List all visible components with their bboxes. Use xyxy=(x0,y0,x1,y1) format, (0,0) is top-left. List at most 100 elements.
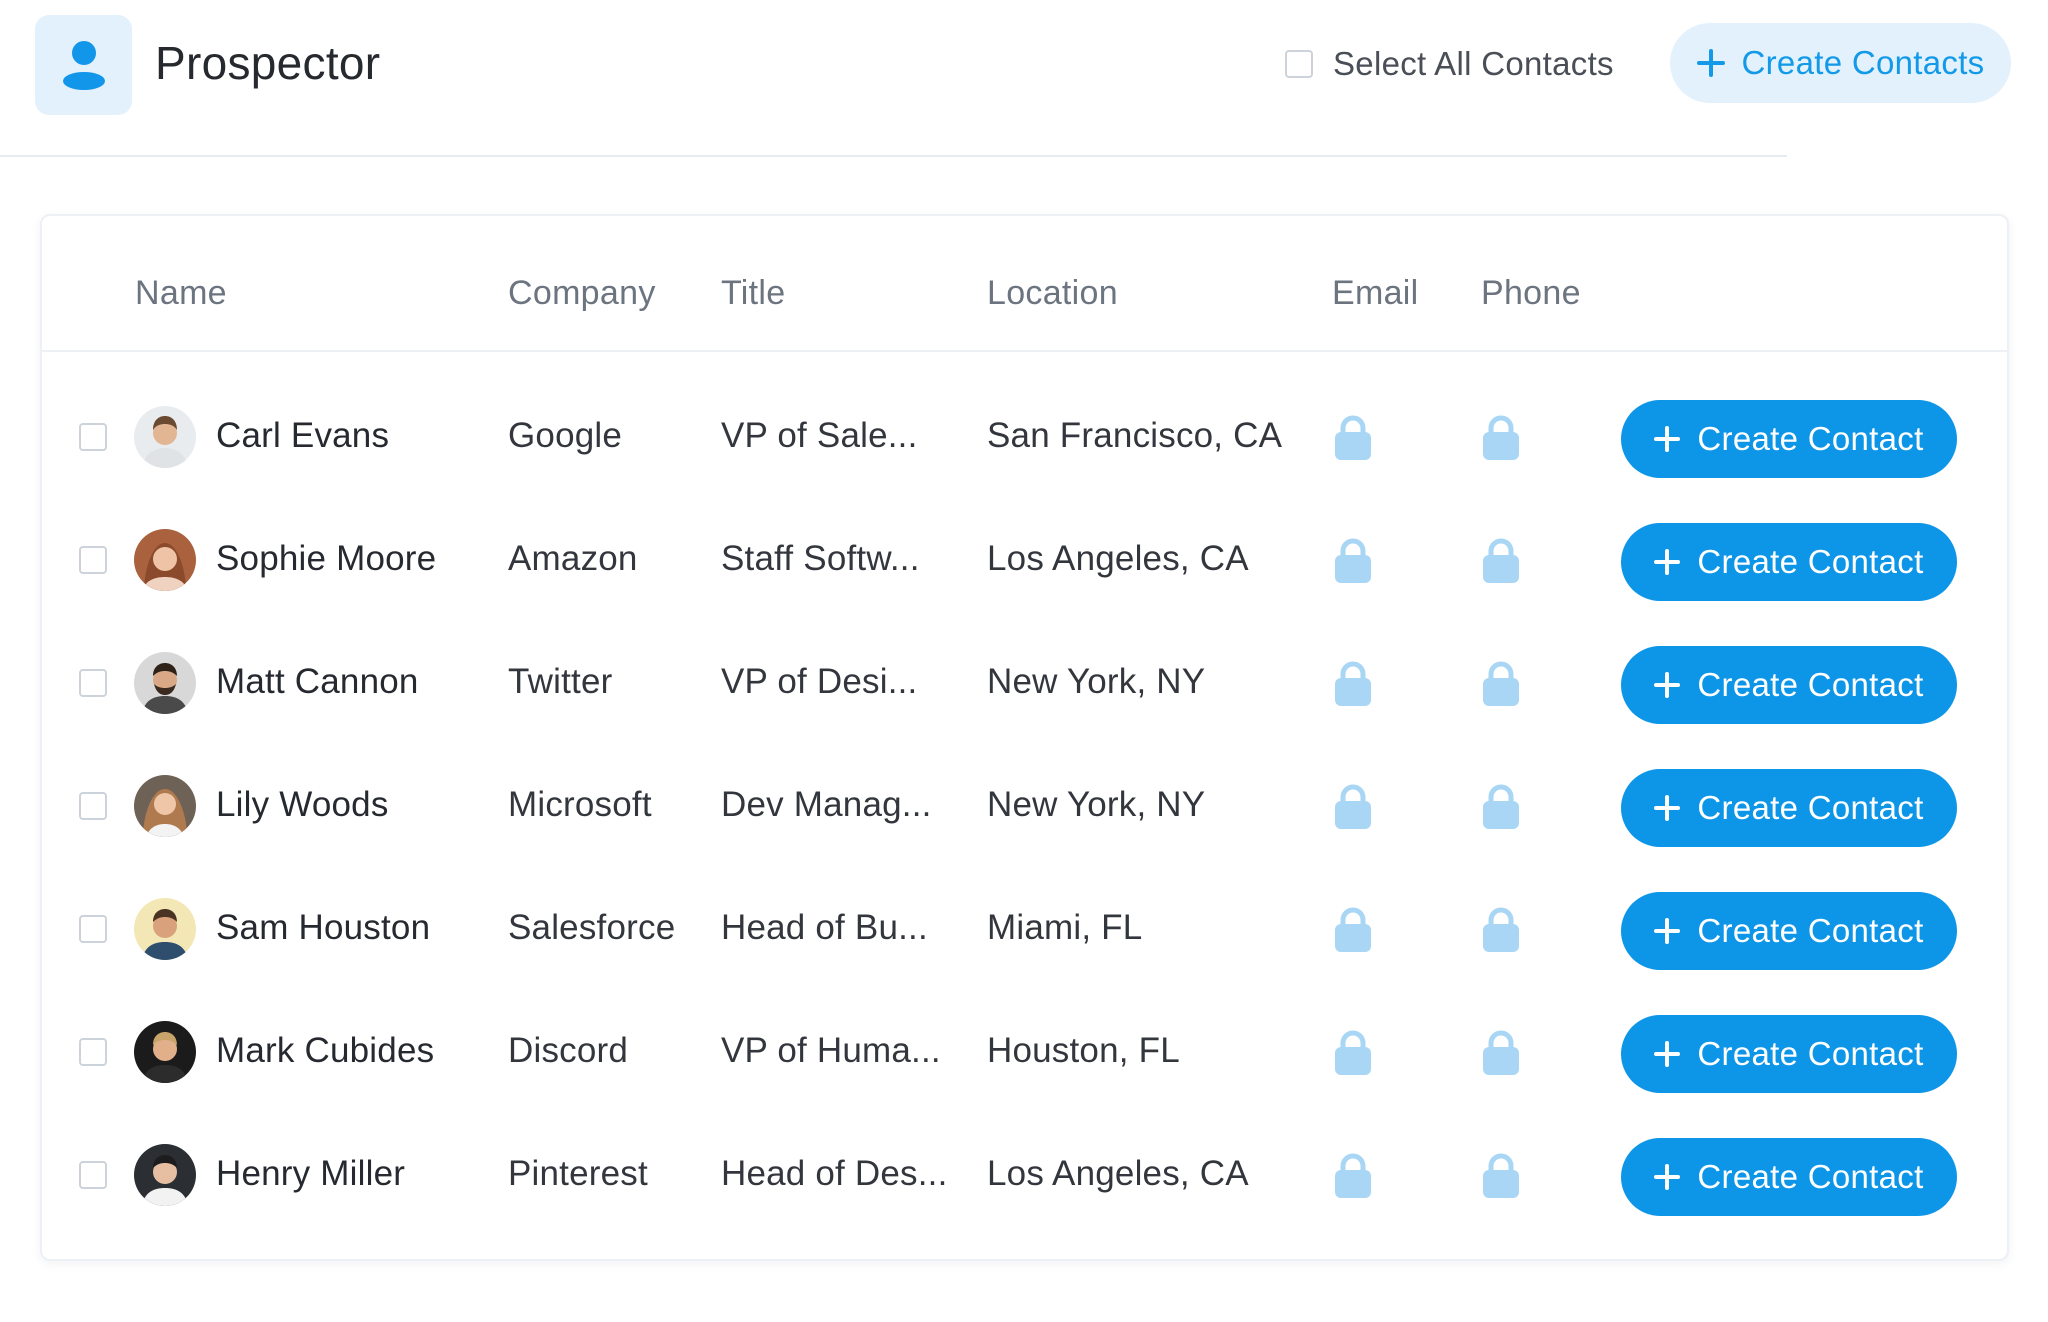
user-icon xyxy=(63,41,105,90)
lock-icon[interactable] xyxy=(1333,1152,1373,1200)
lock-icon[interactable] xyxy=(1481,783,1521,831)
lock-icon[interactable] xyxy=(1481,414,1521,462)
contact-location: New York, NY xyxy=(987,785,1206,824)
column-header-title[interactable]: Title xyxy=(721,274,785,313)
contact-title: Head of Bu... xyxy=(721,908,928,947)
contact-company: Google xyxy=(508,416,623,455)
column-header-location[interactable]: Location xyxy=(987,274,1118,313)
avatar xyxy=(134,1021,196,1083)
plus-icon xyxy=(1696,49,1725,77)
contact-location: Miami, FL xyxy=(987,908,1143,947)
table-row: Mark Cubides Discord VP of Huma... Houst… xyxy=(42,991,2007,1114)
contact-location: San Francisco, CA xyxy=(987,416,1283,455)
contact-company: Amazon xyxy=(508,539,638,578)
contact-title: VP of Huma... xyxy=(721,1031,941,1070)
create-contacts-button[interactable]: Create Contacts xyxy=(1670,23,2011,103)
contact-company: Salesforce xyxy=(508,908,676,947)
row-checkbox[interactable] xyxy=(79,1161,107,1189)
create-contact-button[interactable]: Create Contact xyxy=(1621,523,1957,601)
app-header: Prospector Select All Contacts Create Co… xyxy=(0,0,2048,157)
table-header: Name Company Title Location Email Phone xyxy=(42,216,2007,352)
avatar xyxy=(134,1144,196,1206)
create-contact-button[interactable]: Create Contact xyxy=(1621,646,1957,724)
plus-icon xyxy=(1654,549,1681,575)
lock-icon[interactable] xyxy=(1333,537,1373,585)
column-header-phone[interactable]: Phone xyxy=(1481,274,1581,313)
contact-title: VP of Desi... xyxy=(721,662,918,701)
create-contact-button[interactable]: Create Contact xyxy=(1621,769,1957,847)
app-title: Prospector xyxy=(155,37,381,89)
header-divider xyxy=(0,155,1787,157)
lock-icon[interactable] xyxy=(1333,414,1373,462)
contact-name: Lily Woods xyxy=(216,785,389,824)
create-contact-label: Create Contact xyxy=(1697,543,1924,580)
contact-company: Discord xyxy=(508,1031,629,1070)
contact-company: Microsoft xyxy=(508,785,652,824)
plus-icon xyxy=(1654,672,1681,698)
contact-name: Matt Cannon xyxy=(216,662,419,701)
plus-icon xyxy=(1654,795,1681,821)
contact-location: New York, NY xyxy=(987,662,1206,701)
create-contact-label: Create Contact xyxy=(1697,912,1924,949)
create-contact-label: Create Contact xyxy=(1697,1035,1924,1072)
avatar xyxy=(134,652,196,714)
lock-icon[interactable] xyxy=(1333,906,1373,954)
contact-title: Dev Manag... xyxy=(721,785,932,824)
select-all-checkbox[interactable] xyxy=(1285,50,1313,78)
column-header-email[interactable]: Email xyxy=(1332,274,1419,313)
column-header-company[interactable]: Company xyxy=(508,274,656,313)
plus-icon xyxy=(1654,1041,1681,1067)
lock-icon[interactable] xyxy=(1333,1029,1373,1077)
table-row: Henry Miller Pinterest Head of Des... Lo… xyxy=(42,1114,2007,1237)
contact-name: Mark Cubides xyxy=(216,1031,435,1070)
lock-icon[interactable] xyxy=(1333,660,1373,708)
row-checkbox[interactable] xyxy=(79,546,107,574)
contact-location: Los Angeles, CA xyxy=(987,539,1249,578)
prospector-page: Prospector Select All Contacts Create Co… xyxy=(0,0,2048,1322)
contact-name: Sam Houston xyxy=(216,908,431,947)
lock-icon[interactable] xyxy=(1481,660,1521,708)
create-contact-label: Create Contact xyxy=(1697,789,1924,826)
contact-company: Pinterest xyxy=(508,1154,648,1193)
row-checkbox[interactable] xyxy=(79,1038,107,1066)
plus-icon xyxy=(1654,918,1681,944)
app-logo xyxy=(35,15,132,115)
lock-icon[interactable] xyxy=(1333,783,1373,831)
table-row: Carl Evans Google VP of Sale... San Fran… xyxy=(42,376,2007,499)
create-contacts-label: Create Contacts xyxy=(1741,44,1985,81)
plus-icon xyxy=(1654,426,1681,452)
contact-company: Twitter xyxy=(508,662,613,701)
create-contact-button[interactable]: Create Contact xyxy=(1621,400,1957,478)
select-all-label: Select All Contacts xyxy=(1333,45,1614,82)
create-contact-label: Create Contact xyxy=(1697,420,1924,457)
row-checkbox[interactable] xyxy=(79,915,107,943)
table-row: Sam Houston Salesforce Head of Bu... Mia… xyxy=(42,868,2007,991)
create-contact-label: Create Contact xyxy=(1697,1158,1924,1195)
contact-name: Carl Evans xyxy=(216,416,390,455)
lock-icon[interactable] xyxy=(1481,1152,1521,1200)
row-checkbox[interactable] xyxy=(79,669,107,697)
create-contact-button[interactable]: Create Contact xyxy=(1621,892,1957,970)
avatar xyxy=(134,898,196,960)
contacts-table: Name Company Title Location Email Phone … xyxy=(40,214,2009,1261)
select-all-contacts[interactable]: Select All Contacts xyxy=(1285,42,1614,86)
table-row: Sophie Moore Amazon Staff Softw... Los A… xyxy=(42,499,2007,622)
avatar xyxy=(134,406,196,468)
lock-icon[interactable] xyxy=(1481,1029,1521,1077)
create-contact-button[interactable]: Create Contact xyxy=(1621,1015,1957,1093)
contact-location: Houston, FL xyxy=(987,1031,1180,1070)
create-contact-button[interactable]: Create Contact xyxy=(1621,1138,1957,1216)
column-header-name[interactable]: Name xyxy=(135,274,227,313)
row-checkbox[interactable] xyxy=(79,423,107,451)
create-contact-label: Create Contact xyxy=(1697,666,1924,703)
contact-title: VP of Sale... xyxy=(721,416,918,455)
avatar xyxy=(134,775,196,837)
plus-icon xyxy=(1654,1164,1681,1190)
lock-icon[interactable] xyxy=(1481,906,1521,954)
lock-icon[interactable] xyxy=(1481,537,1521,585)
table-row: Matt Cannon Twitter VP of Desi... New Yo… xyxy=(42,622,2007,745)
contact-name: Sophie Moore xyxy=(216,539,437,578)
table-row: Lily Woods Microsoft Dev Manag... New Yo… xyxy=(42,745,2007,868)
avatar xyxy=(134,529,196,591)
row-checkbox[interactable] xyxy=(79,792,107,820)
